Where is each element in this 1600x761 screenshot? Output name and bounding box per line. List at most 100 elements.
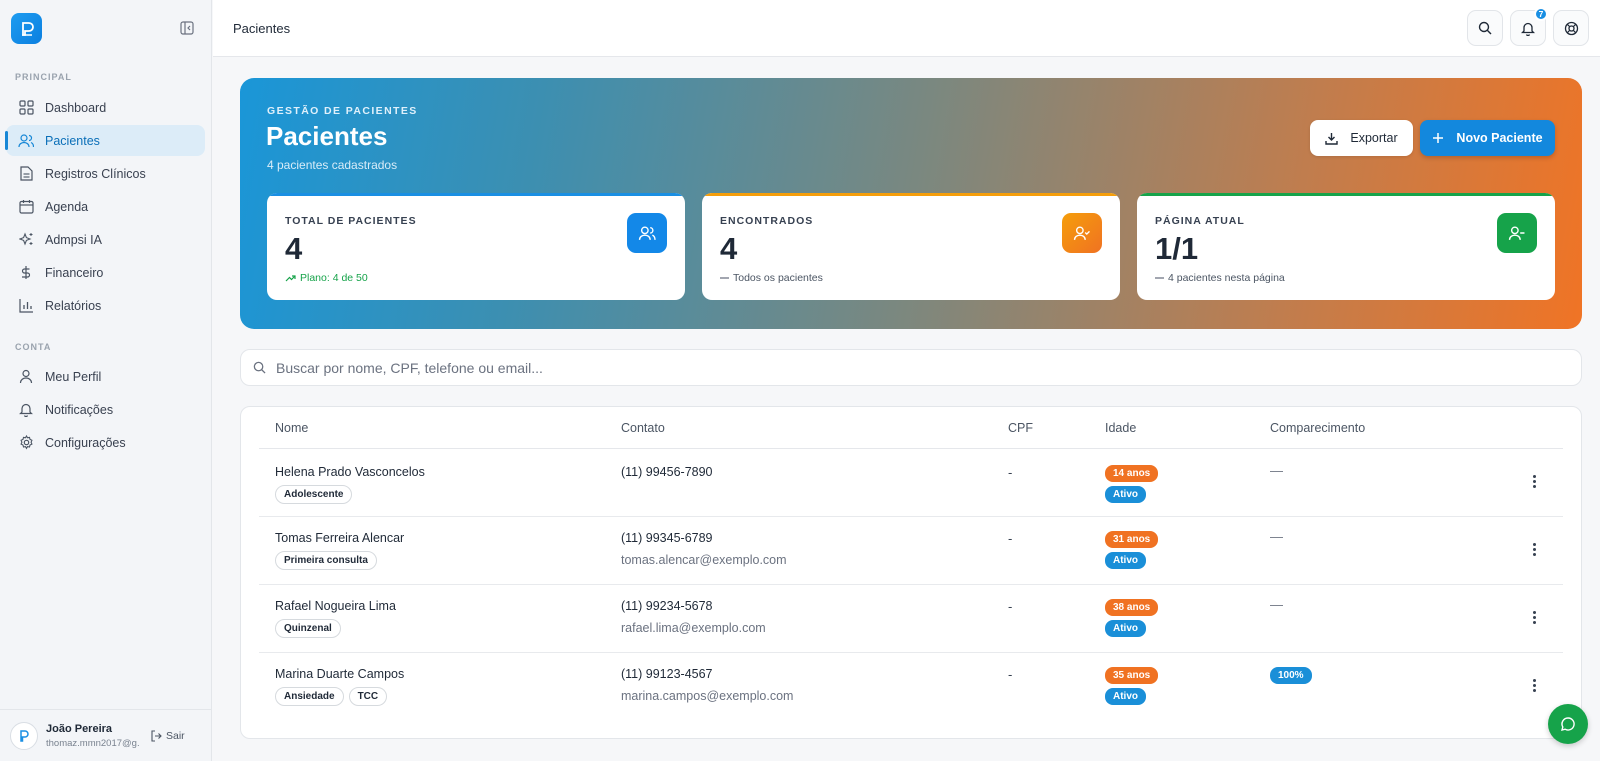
sidebar-collapse-icon[interactable]: [180, 21, 194, 35]
search-input[interactable]: [276, 359, 1476, 376]
logo-icon: [21, 21, 34, 36]
attendance-badge: 100%: [1270, 667, 1312, 684]
patient-cpf: -: [1008, 667, 1013, 682]
patient-cpf: -: [1008, 465, 1013, 480]
life-buoy-icon: [1564, 21, 1578, 35]
column-header-comparecimento[interactable]: Comparecimento: [1270, 421, 1365, 435]
more-options-icon[interactable]: [1527, 609, 1541, 625]
sidebar-item-meu-perfil[interactable]: Meu Perfil: [6, 361, 205, 392]
notifications-button[interactable]: 7: [1510, 7, 1548, 46]
more-options-icon[interactable]: [1527, 677, 1541, 693]
chat-bubble-icon: [1561, 717, 1575, 731]
file-text-icon: [18, 166, 34, 182]
search-button[interactable]: [1467, 10, 1503, 46]
column-header-nome[interactable]: Nome: [275, 421, 308, 435]
more-options-icon[interactable]: [1527, 541, 1541, 557]
sidebar-item-configuracoes[interactable]: Configurações: [6, 427, 205, 458]
stat-foot: Plano: 4 de 50: [285, 272, 368, 284]
attendance-value: —: [1270, 463, 1283, 478]
table-row[interactable]: Helena Prado Vasconcelos Adolescente (11…: [259, 449, 1563, 517]
user-box: João Pereira thomaz.mmn2017@g... Sair: [0, 709, 212, 761]
sidebar-item-label: Admpsi IA: [45, 232, 102, 247]
patient-tag: Ansiedade: [275, 687, 344, 706]
new-patient-button[interactable]: Novo Paciente: [1420, 120, 1555, 156]
sidebar-item-registros-clinicos[interactable]: Registros Clínicos: [6, 158, 205, 189]
page-title: Pacientes: [233, 21, 291, 36]
export-button[interactable]: Exportar: [1310, 120, 1413, 156]
export-label: Exportar: [1350, 131, 1398, 145]
stat-card-total: TOTAL DE PACIENTES 4 Plano: 4 de 50: [267, 193, 685, 300]
hero-title: Pacientes: [266, 121, 388, 151]
avatar[interactable]: [10, 721, 38, 750]
sidebar-item-notificacoes[interactable]: Notificações: [6, 394, 205, 425]
patient-phone: (11) 99456-7890: [621, 465, 713, 479]
sidebar-item-label: Configurações: [45, 435, 126, 450]
bell-icon: [18, 402, 34, 418]
sidebar-item-label: Meu Perfil: [45, 369, 102, 384]
sidebar-item-agenda[interactable]: Agenda: [6, 191, 205, 222]
grid-icon: [18, 100, 34, 116]
sidebar-item-pacientes[interactable]: Pacientes: [5, 125, 205, 156]
search-icon: [253, 361, 266, 374]
age-badge: 38 anos: [1105, 599, 1159, 616]
section-label-conta: CONTA: [15, 342, 52, 352]
new-patient-label: Novo Paciente: [1456, 131, 1543, 145]
column-header-contato[interactable]: Contato: [621, 421, 665, 435]
attendance-value: —: [1270, 597, 1283, 612]
minus-icon: [720, 277, 729, 279]
sidebar-item-label: Agenda: [45, 199, 89, 214]
sidebar-item-admpsi-ia[interactable]: Admpsi IA: [6, 224, 205, 255]
users-icon: [18, 133, 34, 149]
patient-email: tomas.alencar@exemplo.com: [621, 553, 787, 567]
sidebar-item-relatorios[interactable]: Relatórios: [6, 290, 205, 321]
app-logo[interactable]: [11, 13, 42, 44]
patient-name[interactable]: Rafael Nogueira Lima: [275, 599, 396, 613]
sidebar-item-label: Pacientes: [45, 133, 100, 148]
patients-table: Nome Contato CPF Idade Comparecimento He…: [240, 406, 1582, 739]
patient-name[interactable]: Marina Duarte Campos: [275, 667, 404, 681]
topbar: Pacientes 7: [213, 0, 1600, 57]
age-badge: 35 anos: [1105, 667, 1159, 684]
table-row[interactable]: Marina Duarte Campos Ansiedade TCC (11) …: [259, 653, 1563, 721]
age-badge: 31 anos: [1105, 531, 1159, 548]
patient-email: marina.campos@exemplo.com: [621, 689, 794, 703]
patient-cpf: -: [1008, 531, 1013, 546]
gear-icon: [18, 435, 34, 451]
sidebar-item-label: Relatórios: [45, 298, 102, 313]
bell-icon: [1521, 22, 1535, 36]
table-row[interactable]: Rafael Nogueira Lima Quinzenal (11) 9923…: [259, 585, 1563, 653]
stat-value: 4: [720, 231, 738, 266]
patient-name[interactable]: Helena Prado Vasconcelos: [275, 465, 425, 479]
stat-foot: Todos os pacientes: [720, 272, 823, 284]
hero-subtitle: 4 pacientes cadastrados: [267, 158, 398, 172]
patient-name[interactable]: Tomas Ferreira Alencar: [275, 531, 404, 545]
sidebar-item-label: Financeiro: [45, 265, 104, 280]
age-badge: 14 anos: [1105, 465, 1159, 482]
search-icon: [1478, 21, 1492, 35]
patient-cpf: -: [1008, 599, 1013, 614]
sidebar-item-financeiro[interactable]: Financeiro: [6, 257, 205, 288]
chat-button[interactable]: [1548, 704, 1588, 744]
patient-tag: TCC: [348, 687, 388, 706]
stat-card-pagina-atual: PÁGINA ATUAL 1/1 4 pacientes nesta págin…: [1137, 193, 1555, 300]
patient-email: rafael.lima@exemplo.com: [621, 621, 766, 635]
stat-value: 4: [285, 231, 303, 266]
help-button[interactable]: [1553, 10, 1589, 46]
logout-button[interactable]: Sair: [150, 730, 185, 742]
logout-label: Sair: [166, 729, 185, 742]
search-bar: [240, 349, 1582, 386]
stat-label: TOTAL DE PACIENTES: [285, 215, 417, 227]
column-header-cpf[interactable]: CPF: [1008, 421, 1033, 435]
more-options-icon[interactable]: [1527, 473, 1541, 489]
status-badge: Ativo: [1105, 552, 1146, 569]
plus-icon: [1433, 133, 1444, 143]
bar-chart-icon: [18, 298, 34, 314]
sidebar-item-dashboard[interactable]: Dashboard: [6, 92, 205, 123]
patient-phone: (11) 99123-4567: [621, 667, 713, 681]
sidebar-item-label: Registros Clínicos: [45, 166, 146, 181]
stat-value: 1/1: [1155, 231, 1199, 266]
column-header-idade[interactable]: Idade: [1105, 421, 1136, 435]
notification-badge: 7: [1534, 7, 1548, 21]
user-icon: [18, 369, 34, 385]
table-row[interactable]: Tomas Ferreira Alencar Primeira consulta…: [259, 517, 1563, 585]
